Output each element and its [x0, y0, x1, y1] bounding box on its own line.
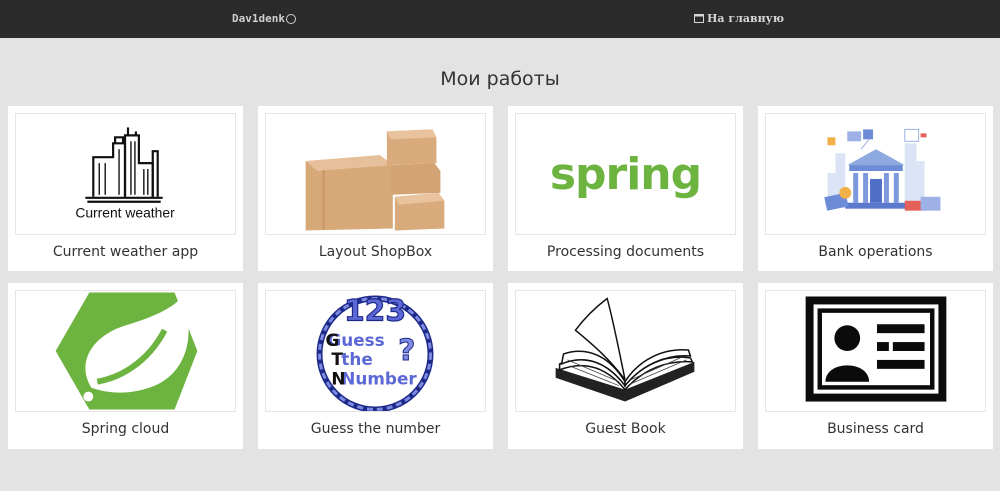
logo-word-the: the	[341, 349, 372, 369]
project-title: Processing documents	[546, 244, 705, 260]
navbar: Dav1denk На главную	[0, 0, 1000, 38]
project-thumbnail: Current weather	[15, 113, 236, 235]
project-thumbnail	[15, 290, 236, 412]
home-link[interactable]: На главную	[694, 12, 784, 25]
project-card[interactable]: 123 ? Guess the Number G T N Guess the n…	[258, 283, 493, 449]
project-title: Guess the number	[310, 421, 441, 437]
project-title: Layout ShopBox	[318, 244, 433, 260]
bank-illustration-icon	[824, 128, 941, 211]
project-thumbnail	[765, 290, 986, 412]
project-thumbnail	[515, 290, 736, 412]
city-skyline-icon: Current weather	[75, 127, 175, 221]
spring-leaf-hexagon-icon	[55, 292, 198, 410]
brand-circle-icon	[285, 13, 296, 24]
open-book-icon	[555, 297, 695, 402]
logo-letter-n: N	[331, 369, 345, 389]
project-title: Current weather app	[52, 244, 199, 260]
logo-word-number: Number	[341, 369, 417, 389]
guess-number-logo-icon: 123 ? Guess the Number G T N	[316, 293, 434, 411]
project-title: Bank operations	[818, 244, 933, 260]
project-title: Spring cloud	[81, 421, 170, 437]
weather-image-text: Current weather	[75, 205, 175, 221]
project-title: Business card	[827, 421, 924, 437]
logo-digits-text: 123	[344, 293, 406, 328]
logo-question-text: ?	[398, 333, 415, 368]
brand-name: Dav1denk	[232, 12, 285, 25]
logo-letter-t: T	[331, 349, 343, 369]
window-icon	[694, 14, 704, 23]
page-title: Мои работы	[440, 68, 560, 90]
project-thumbnail	[265, 113, 486, 235]
project-card[interactable]: Current weather Current weather app	[8, 106, 243, 271]
project-thumbnail	[765, 113, 986, 235]
project-title: Guest Book	[585, 421, 666, 437]
project-card[interactable]: Business card	[758, 283, 993, 449]
project-thumbnail: 123 ? Guess the Number G T N	[265, 290, 486, 412]
project-card[interactable]: Bank operations	[758, 106, 993, 271]
project-thumbnail: spring	[515, 113, 736, 235]
project-card[interactable]: Layout ShopBox	[258, 106, 493, 271]
home-link-label: На главную	[707, 12, 784, 25]
cardboard-boxes-icon	[305, 129, 445, 231]
logo-letter-g: G	[325, 330, 339, 350]
spring-logo-text: spring	[549, 148, 702, 200]
project-card[interactable]: spring Processing documents	[508, 106, 743, 271]
project-card[interactable]: Spring cloud	[8, 283, 243, 449]
project-card[interactable]: Guest Book	[508, 283, 743, 449]
brand-link[interactable]: Dav1denk	[232, 12, 296, 25]
id-card-icon	[805, 296, 947, 402]
